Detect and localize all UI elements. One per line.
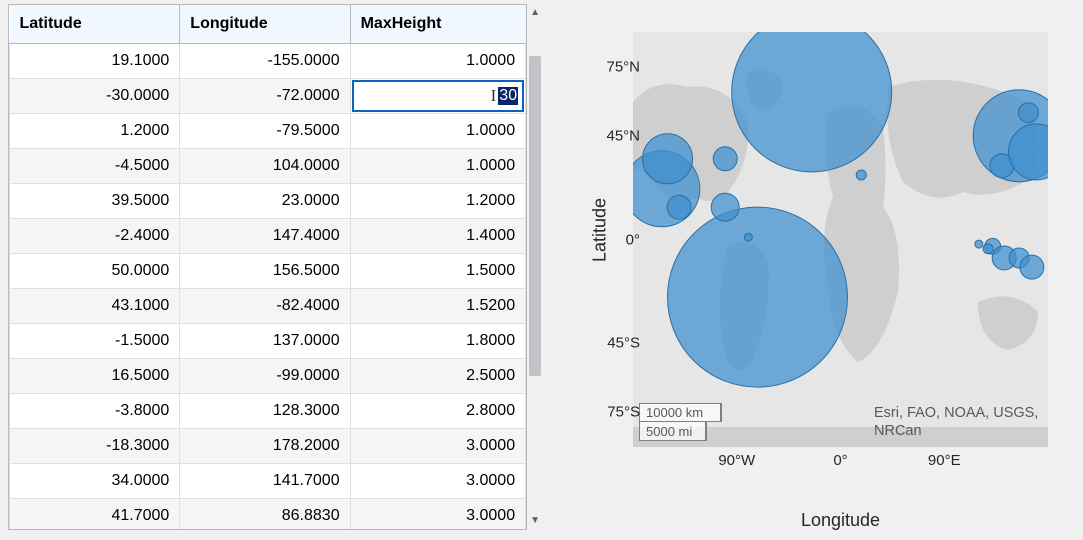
table-cell[interactable]: 141.7000 xyxy=(180,464,350,499)
table-cell[interactable]: -79.5000 xyxy=(180,114,350,149)
table-cell[interactable]: 1.2000 xyxy=(10,114,180,149)
table-cell[interactable]: 1.0000 xyxy=(350,114,526,149)
map-bubble[interactable] xyxy=(856,170,866,180)
table-row: 1.2000-79.50001.0000 xyxy=(10,114,526,149)
table-row: -2.4000147.40001.4000 xyxy=(10,219,526,254)
table-cell[interactable]: 34.0000 xyxy=(10,464,180,499)
table-row: -1.5000137.00001.8000 xyxy=(10,324,526,359)
table-row: -30.0000-72.0000I30 xyxy=(10,79,526,114)
table-cell[interactable]: 23.0000 xyxy=(180,184,350,219)
table-cell[interactable]: -2.4000 xyxy=(10,219,180,254)
table-scrollbar[interactable]: ▲ ▼ xyxy=(527,4,543,528)
table-row: 39.500023.00001.2000 xyxy=(10,184,526,219)
map-bubble[interactable] xyxy=(983,244,993,254)
table-cell[interactable]: 1.5000 xyxy=(350,254,526,289)
map-bubble[interactable] xyxy=(975,240,983,248)
map-bubble[interactable] xyxy=(713,147,737,171)
table-row: -18.3000178.20003.0000 xyxy=(10,429,526,464)
scalebar-mi: 5000 mi xyxy=(639,422,706,441)
table-cell[interactable]: 3.0000 xyxy=(350,499,526,531)
table-cell[interactable]: 50.0000 xyxy=(10,254,180,289)
table-cell[interactable]: 1.2000 xyxy=(350,184,526,219)
table-cell[interactable]: 2.5000 xyxy=(350,359,526,394)
table-cell[interactable]: -82.4000 xyxy=(180,289,350,324)
scroll-up-icon[interactable]: ▲ xyxy=(527,4,543,20)
table-row: 34.0000141.70003.0000 xyxy=(10,464,526,499)
table-row: -3.8000128.30002.8000 xyxy=(10,394,526,429)
table-cell[interactable]: 128.3000 xyxy=(180,394,350,429)
table-cell[interactable]: 86.8830 xyxy=(180,499,350,531)
map-bubble[interactable] xyxy=(711,193,739,221)
map-scalebar: 10000 km 5000 mi xyxy=(639,403,721,441)
table-cell[interactable]: -72.0000 xyxy=(180,79,350,114)
table-cell[interactable]: 3.0000 xyxy=(350,429,526,464)
table-cell[interactable]: 1.4000 xyxy=(350,219,526,254)
column-header-longitude[interactable]: Longitude xyxy=(180,5,350,44)
y-tick-label: 75°S xyxy=(607,404,640,421)
table-cell[interactable]: 2.8000 xyxy=(350,394,526,429)
x-tick-label: 90°E xyxy=(928,452,961,469)
table-cell[interactable]: 178.2000 xyxy=(180,429,350,464)
scalebar-km: 10000 km xyxy=(639,403,721,422)
table-cell[interactable]: -155.0000 xyxy=(180,44,350,79)
table-row: -4.5000104.00001.0000 xyxy=(10,149,526,184)
editing-cell[interactable]: I30 xyxy=(350,79,526,114)
map-panel: Latitude 10000 km 5000 mi Esri, FAO, NOA… xyxy=(563,10,1063,510)
table-cell[interactable]: 43.1000 xyxy=(10,289,180,324)
table-cell[interactable]: 1.5200 xyxy=(350,289,526,324)
map-bubble[interactable] xyxy=(667,195,691,219)
y-tick-label: 45°N xyxy=(606,127,640,144)
table-cell[interactable]: -99.0000 xyxy=(180,359,350,394)
table-row: 41.700086.88303.0000 xyxy=(10,499,526,531)
cell-edit-input[interactable]: 30 xyxy=(498,87,518,105)
table-cell[interactable]: 19.1000 xyxy=(10,44,180,79)
table-row: 16.5000-99.00002.5000 xyxy=(10,359,526,394)
table-cell[interactable]: -1.5000 xyxy=(10,324,180,359)
table-cell[interactable]: 104.0000 xyxy=(180,149,350,184)
x-tick-label: 90°W xyxy=(718,452,755,469)
y-axis-label: Latitude xyxy=(590,198,611,262)
map-bubble[interactable] xyxy=(1018,103,1038,123)
map-bubble[interactable] xyxy=(744,233,752,241)
map-bubble[interactable] xyxy=(643,134,693,184)
table-cell[interactable]: 1.0000 xyxy=(350,149,526,184)
data-table-panel: LatitudeLongitudeMaxHeight 19.1000-155.0… xyxy=(8,4,543,529)
column-header-maxheight[interactable]: MaxHeight xyxy=(350,5,526,44)
column-header-latitude[interactable]: Latitude xyxy=(10,5,180,44)
table-row: 19.1000-155.00001.0000 xyxy=(10,44,526,79)
table-cell[interactable]: 39.5000 xyxy=(10,184,180,219)
y-tick-label: 75°N xyxy=(606,58,640,75)
data-table[interactable]: LatitudeLongitudeMaxHeight 19.1000-155.0… xyxy=(8,4,527,530)
map-attribution: Esri, FAO, NOAA, USGS, NRCan xyxy=(874,404,1042,440)
text-cursor-icon: I xyxy=(491,86,497,106)
table-row: 43.1000-82.40001.5200 xyxy=(10,289,526,324)
y-tick-label: 0° xyxy=(626,231,640,248)
map-plot-area[interactable]: 10000 km 5000 mi Esri, FAO, NOAA, USGS, … xyxy=(633,32,1048,447)
x-tick-label: 0° xyxy=(833,452,847,469)
table-cell[interactable]: -18.3000 xyxy=(10,429,180,464)
table-cell[interactable]: 1.8000 xyxy=(350,324,526,359)
table-cell[interactable]: 16.5000 xyxy=(10,359,180,394)
map-bubble[interactable] xyxy=(1020,255,1044,279)
scroll-thumb[interactable] xyxy=(529,56,541,376)
x-axis-label: Longitude xyxy=(633,510,1048,531)
table-cell[interactable]: 137.0000 xyxy=(180,324,350,359)
table-cell[interactable]: -3.8000 xyxy=(10,394,180,429)
scroll-down-icon[interactable]: ▼ xyxy=(527,512,543,528)
table-cell[interactable]: 147.4000 xyxy=(180,219,350,254)
map-bubble[interactable] xyxy=(668,207,848,387)
table-cell[interactable]: 41.7000 xyxy=(10,499,180,531)
table-cell[interactable]: 156.5000 xyxy=(180,254,350,289)
y-tick-label: 45°S xyxy=(607,335,640,352)
table-cell[interactable]: -30.0000 xyxy=(10,79,180,114)
table-cell[interactable]: -4.5000 xyxy=(10,149,180,184)
scroll-track[interactable] xyxy=(527,20,543,512)
table-cell[interactable]: 1.0000 xyxy=(350,44,526,79)
table-row: 50.0000156.50001.5000 xyxy=(10,254,526,289)
table-cell[interactable]: 3.0000 xyxy=(350,464,526,499)
